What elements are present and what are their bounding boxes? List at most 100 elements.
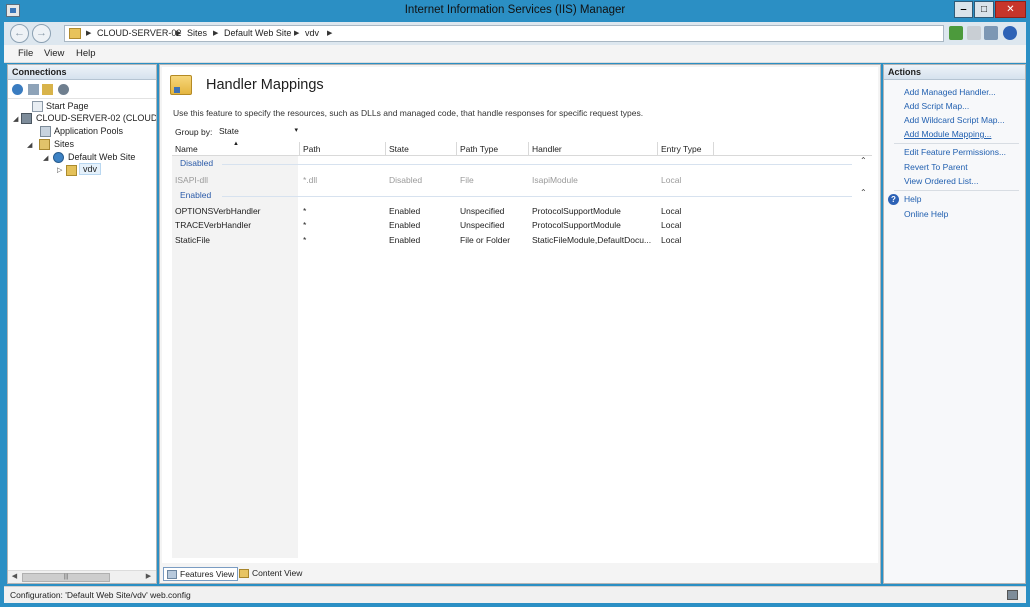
back-arrow-icon[interactable]: ← xyxy=(10,24,29,43)
connect-icon[interactable] xyxy=(12,84,23,95)
connections-header: Connections xyxy=(8,65,156,80)
table-row[interactable]: TRACEVerbHandler * Enabled Unspecified P… xyxy=(172,218,872,232)
column-divider[interactable] xyxy=(528,142,529,156)
cell-name: StaticFile xyxy=(175,235,210,245)
scroll-right-icon[interactable]: ▶ xyxy=(143,572,154,582)
action-help[interactable]: Help xyxy=(904,194,921,204)
action-edit-feature-permissions[interactable]: Edit Feature Permissions... xyxy=(904,147,1006,157)
help-icon: ? xyxy=(888,194,899,205)
cell-handler: IsapiModule xyxy=(532,175,578,185)
tab-features-view[interactable]: Features View xyxy=(163,567,239,581)
breadcrumb-server[interactable]: CLOUD-SERVER-02 xyxy=(97,28,181,38)
chevron-right-icon[interactable]: ▶ xyxy=(86,29,91,37)
maximize-button[interactable]: □ xyxy=(974,1,994,18)
breadcrumb-sites[interactable]: Sites xyxy=(187,28,207,38)
content-view-icon xyxy=(239,569,249,578)
cell-path: * xyxy=(303,235,307,245)
stop-icon[interactable] xyxy=(967,26,981,40)
table-row[interactable]: StaticFile * Enabled File or Folder Stat… xyxy=(172,233,872,247)
breadcrumb-vdv[interactable]: vdv xyxy=(305,28,319,38)
tree-expander-server[interactable]: ◢ xyxy=(13,115,18,123)
column-header-path[interactable]: Path xyxy=(303,144,321,154)
tree-expander-sites[interactable]: ◢ xyxy=(27,141,32,149)
action-add-script-map[interactable]: Add Script Map... xyxy=(904,101,969,111)
save-icon[interactable] xyxy=(28,84,39,95)
action-add-wildcard-script-map[interactable]: Add Wildcard Script Map... xyxy=(904,115,1005,125)
menu-view[interactable]: View xyxy=(44,48,64,59)
address-bar: ← → ▶ CLOUD-SERVER-02 ▶ Sites ▶ Default … xyxy=(4,22,1026,45)
chevron-right-icon[interactable]: ▶ xyxy=(213,29,218,37)
column-divider[interactable] xyxy=(657,142,658,156)
home-icon[interactable] xyxy=(984,26,998,40)
cell-entry-type: Local xyxy=(661,220,682,230)
tree-application-pools[interactable]: Application Pools xyxy=(54,126,123,136)
chevron-right-icon[interactable]: ▶ xyxy=(294,29,299,37)
cell-path-type: File xyxy=(460,175,474,185)
view-tabs: Features View Content View xyxy=(162,565,878,583)
group-header-enabled[interactable]: Enabled ⌃ xyxy=(172,188,872,203)
action-revert-to-parent[interactable]: Revert To Parent xyxy=(904,162,968,172)
chevron-right-icon[interactable]: ▶ xyxy=(327,29,332,37)
action-add-managed-handler[interactable]: Add Managed Handler... xyxy=(904,87,996,97)
cell-entry-type: Local xyxy=(661,235,682,245)
actions-title: Actions xyxy=(888,67,922,77)
tab-features-view-label: Features View xyxy=(180,569,235,579)
actions-pane: Actions Add Managed Handler... Add Scrip… xyxy=(883,64,1026,584)
application-pools-icon xyxy=(40,126,51,137)
table-row[interactable]: ISAPI-dll *.dll Disabled File IsapiModul… xyxy=(172,173,872,187)
connections-toolbar xyxy=(8,81,156,99)
column-divider[interactable] xyxy=(385,142,386,156)
tree-expander-vdv[interactable]: ▷ xyxy=(57,166,62,174)
menu-file[interactable]: File xyxy=(18,48,33,59)
title-bar: Internet Information Services (IIS) Mana… xyxy=(0,0,1030,22)
tree-server[interactable]: CLOUD-SERVER-02 (CLOUD-SE xyxy=(36,113,156,123)
feature-content: Handler Mappings Use this feature to spe… xyxy=(162,67,878,563)
disconnect-icon[interactable] xyxy=(58,84,69,95)
tab-content-view[interactable]: Content View xyxy=(236,567,305,581)
tree-default-web-site[interactable]: Default Web Site xyxy=(68,152,135,162)
column-divider[interactable] xyxy=(456,142,457,156)
breadcrumb-default-web-site[interactable]: Default Web Site xyxy=(224,28,291,38)
close-button[interactable]: ✕ xyxy=(995,1,1026,18)
cell-handler: ProtocolSupportModule xyxy=(532,206,621,216)
column-header-state[interactable]: State xyxy=(389,144,409,154)
column-header-name[interactable]: Name xyxy=(175,144,198,154)
column-divider[interactable] xyxy=(713,142,714,156)
collapse-icon[interactable]: ⌃ xyxy=(860,156,867,165)
feature-pane: Handler Mappings Use this feature to spe… xyxy=(159,64,881,584)
refresh-icon[interactable] xyxy=(949,26,963,40)
collapse-icon[interactable]: ⌃ xyxy=(860,188,867,197)
column-header-path-type[interactable]: Path Type xyxy=(460,144,498,154)
menu-help[interactable]: Help xyxy=(76,48,96,59)
column-header-entry-type[interactable]: Entry Type xyxy=(661,144,701,154)
scrollbar-thumb[interactable]: ||| xyxy=(22,573,110,582)
chevron-right-icon[interactable]: ▶ xyxy=(176,29,181,37)
scroll-left-icon[interactable]: ◀ xyxy=(9,572,20,582)
tree-expander-default-web-site[interactable]: ◢ xyxy=(43,154,48,162)
tree-vdv[interactable]: vdv xyxy=(79,163,102,175)
actions-divider xyxy=(894,190,1019,191)
help-dropdown-icon[interactable] xyxy=(1003,26,1017,40)
tree-sites[interactable]: Sites xyxy=(54,139,74,149)
breadcrumb[interactable]: ▶ CLOUD-SERVER-02 ▶ Sites ▶ Default Web … xyxy=(64,25,944,42)
page-title: Handler Mappings xyxy=(206,77,324,93)
action-view-ordered-list[interactable]: View Ordered List... xyxy=(904,176,979,186)
connections-horizontal-scrollbar[interactable]: ◀ ||| ▶ xyxy=(8,570,156,583)
up-folder-icon[interactable] xyxy=(42,84,53,95)
action-online-help[interactable]: Online Help xyxy=(904,209,948,219)
action-add-module-mapping[interactable]: Add Module Mapping... xyxy=(904,129,991,139)
column-divider[interactable] xyxy=(299,142,300,156)
forward-arrow-icon[interactable]: → xyxy=(32,24,51,43)
group-divider xyxy=(222,164,852,165)
cell-handler: ProtocolSupportModule xyxy=(532,220,621,230)
actions-header: Actions xyxy=(884,65,1025,80)
group-by-select[interactable]: State ▾ xyxy=(215,125,301,138)
minimize-button[interactable]: ‒ xyxy=(954,1,973,18)
group-header-disabled[interactable]: Disabled ⌃ xyxy=(172,156,872,171)
column-header-handler[interactable]: Handler xyxy=(532,144,562,154)
server-icon xyxy=(21,113,32,124)
group-divider xyxy=(222,196,852,197)
table-row[interactable]: OPTIONSVerbHandler * Enabled Unspecified… xyxy=(172,204,872,218)
tree-start-page[interactable]: Start Page xyxy=(46,101,89,111)
cell-entry-type: Local xyxy=(661,206,682,216)
